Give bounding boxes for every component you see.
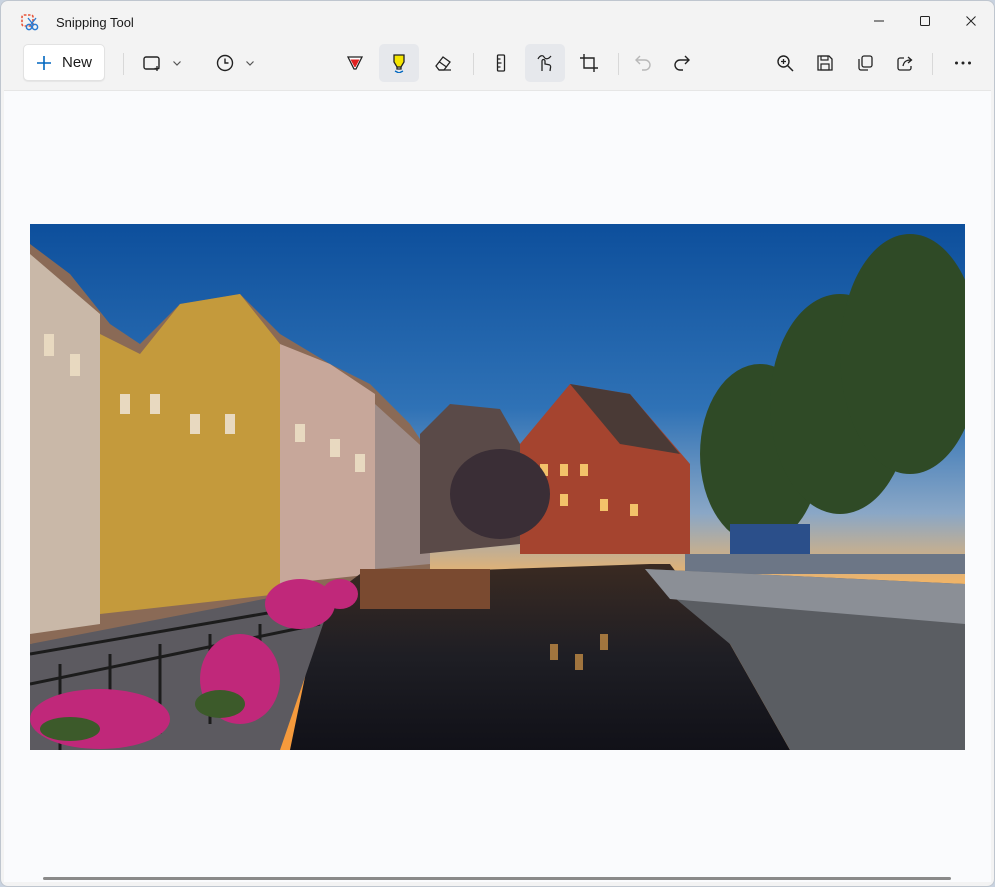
window-controls bbox=[856, 1, 994, 41]
zoom-in-icon bbox=[777, 55, 794, 72]
minimize-icon bbox=[874, 20, 884, 22]
pen-icon bbox=[346, 56, 364, 70]
close-icon bbox=[966, 16, 976, 26]
zoom-button[interactable] bbox=[766, 44, 804, 82]
save-icon bbox=[817, 55, 833, 71]
captured-image[interactable] bbox=[30, 224, 965, 750]
snip-canvas[interactable] bbox=[4, 90, 991, 882]
toolbar: New bbox=[1, 41, 994, 89]
new-button[interactable]: New bbox=[23, 44, 105, 81]
undo-button[interactable] bbox=[624, 44, 662, 82]
crop-icon bbox=[580, 54, 598, 72]
touch-writing-button[interactable] bbox=[525, 44, 565, 82]
touch-write-icon bbox=[537, 55, 552, 72]
more-icon bbox=[955, 61, 971, 65]
new-button-label: New bbox=[62, 54, 93, 71]
app-title: Snipping Tool bbox=[56, 15, 134, 30]
plus-icon bbox=[37, 55, 51, 70]
share-icon bbox=[897, 56, 913, 71]
ruler-button[interactable] bbox=[482, 44, 520, 82]
toolbar-separator bbox=[618, 53, 619, 75]
close-button[interactable] bbox=[948, 1, 994, 41]
rectangle-snip-icon bbox=[143, 56, 160, 71]
minimize-button[interactable] bbox=[856, 1, 902, 41]
toolbar-separator bbox=[123, 53, 124, 75]
redo-button[interactable] bbox=[663, 44, 701, 82]
highlighter-icon bbox=[393, 54, 405, 73]
eraser-icon bbox=[435, 56, 451, 71]
snipping-tool-icon bbox=[21, 14, 39, 32]
maximize-button[interactable] bbox=[902, 1, 948, 41]
crop-button[interactable] bbox=[570, 44, 608, 82]
maximize-icon bbox=[920, 16, 930, 26]
title-bar[interactable]: Snipping Tool bbox=[1, 1, 994, 41]
redo-icon bbox=[674, 55, 690, 71]
toolbar-separator bbox=[473, 53, 474, 75]
share-button[interactable] bbox=[886, 44, 924, 82]
save-button[interactable] bbox=[806, 44, 844, 82]
snip-mode-dropdown[interactable] bbox=[136, 44, 188, 82]
toolbar-separator bbox=[932, 53, 933, 75]
ballpoint-pen-button[interactable] bbox=[336, 44, 374, 82]
ruler-icon bbox=[496, 54, 506, 72]
snipping-tool-window: Snipping Tool New bbox=[0, 0, 995, 887]
highlighter-button[interactable] bbox=[379, 44, 419, 82]
chevron-down-icon bbox=[173, 61, 181, 66]
eraser-button[interactable] bbox=[424, 44, 462, 82]
undo-icon bbox=[635, 55, 651, 71]
canal-town-photo bbox=[30, 224, 965, 750]
clock-icon bbox=[216, 54, 234, 72]
copy-button[interactable] bbox=[846, 44, 884, 82]
delay-dropdown[interactable] bbox=[209, 44, 261, 82]
chevron-down-icon bbox=[246, 61, 254, 66]
more-options-button[interactable] bbox=[943, 44, 983, 82]
copy-icon bbox=[858, 55, 873, 71]
horizontal-scrollbar[interactable] bbox=[43, 877, 951, 880]
